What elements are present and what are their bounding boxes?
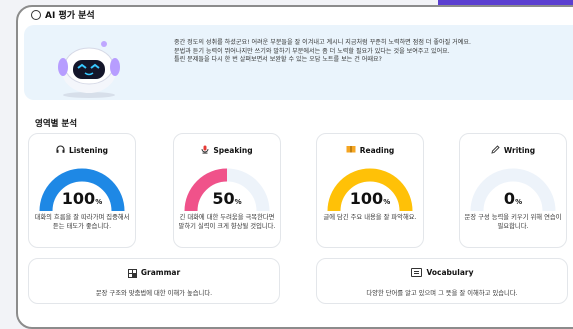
intro-message: 중간 정도의 성취를 하셨군요! 어려운 부분들을 잘 이겨내고 계시니 지금처… [174,39,573,65]
book-icon [346,145,356,155]
score-unit: % [95,198,103,206]
card-label: Vocabulary [426,268,474,277]
grid-icon [127,268,137,278]
card-header: Vocabulary [317,268,567,277]
card-description: 글에 담긴 주요 내용을 잘 파악해요. [323,214,417,221]
card-icon [410,268,422,277]
card-description: 긴 대화에 대한 두려움을 극복한다면 말하기 실력이 크게 향상될 것입니다. [178,214,276,230]
listening-card: Listening 100% 대화의 흐름을 잘 따라가며 집중해서 듣는 태도… [28,133,136,248]
card-label: Reading [359,145,395,155]
microphone-icon [201,145,209,156]
section-title: 영역별 분석 [35,119,78,129]
intro-banner: 중간 정도의 성취를 하셨군요! 어려운 부분들을 잘 이겨내고 계시니 지금처… [24,25,573,100]
card-label: Listening [68,145,109,155]
score-percent: 0% [460,189,566,208]
score-value: 100 [349,189,384,208]
score-value: 50 [212,189,235,208]
intro-line: 중간 정도의 성취를 하셨군요! 어려운 부분들을 잘 이겨내고 계시니 지금처… [174,39,471,46]
card-description: 문장 구성 능력을 키우기 위해 연습이 필요합니다. [464,214,562,230]
score-percent: 100% [29,189,135,208]
pencil-icon [491,145,500,156]
score-unit: % [383,198,391,206]
card-header: Speaking [174,145,280,156]
card-description: 대화의 흐름을 잘 따라가며 집중해서 듣는 태도가 좋습니다. [34,214,130,230]
grammar-card: Grammar 문장 구조와 맞춤법에 대한 이해가 높습니다. [28,258,280,304]
score-unit: % [234,198,242,206]
panel-title-text: AI 평가 분석 [45,11,95,21]
score-value: 100 [61,189,96,208]
intro-line: 문법과 듣기 능력이 뛰어나지만 쓰기와 말하기 부분에서는 좀 더 노력할 필… [174,47,450,55]
card-header: Reading [317,145,423,155]
score-percent: 50% [174,189,280,208]
intro-line: 틀린 문제들을 다시 한 번 살펴보면서 보완할 수 있는 오답 노트를 보는 … [174,56,382,64]
card-description: 다양한 단어를 알고 있으며 그 뜻을 잘 이해하고 있습니다. [366,290,518,297]
robot-mascot-icon [58,41,120,98]
card-label: Grammar [140,268,181,277]
card-header: Writing [460,145,566,156]
card-header: Listening [29,145,135,155]
score-unit: % [515,198,523,206]
writing-card: Writing 0% 문장 구성 능력을 키우기 위해 연습이 필요합니다. [459,133,567,248]
panel-title: AI 평가 분석 [31,8,95,21]
card-header: Grammar [29,268,279,278]
analysis-icon [31,9,41,20]
score-value: 0 [503,189,516,208]
card-label: Speaking [213,146,253,155]
card-description: 문장 구조와 맞춤법에 대한 이해가 높습니다. [95,290,213,297]
headphones-icon [56,145,65,155]
card-label: Writing [503,146,536,155]
speaking-card: Speaking 50% 긴 대화에 대한 두려움을 극복한다면 말하기 실력이… [173,133,281,248]
reading-card: Reading 100% 글에 담긴 주요 내용을 잘 파악해요. [316,133,424,248]
score-percent: 100% [317,189,423,208]
vocabulary-card: Vocabulary 다양한 단어를 알고 있으며 그 뜻을 잘 이해하고 있습… [316,258,568,304]
